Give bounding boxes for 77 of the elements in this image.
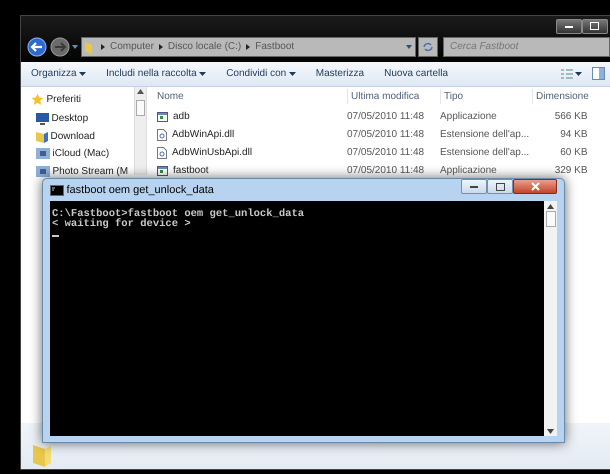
file-name[interactable]: AdbWinUsbApi.dll	[157, 145, 347, 160]
refresh-button[interactable]	[418, 36, 438, 57]
toolbar-button[interactable]: Organizza	[21, 66, 96, 82]
maximize-icon	[496, 182, 504, 190]
dropdown-caret-icon[interactable]	[575, 72, 582, 76]
scroll-up-icon[interactable]	[137, 89, 144, 94]
breadcrumb-arrow-icon[interactable]	[246, 44, 250, 50]
console-line: < waiting for device >	[52, 219, 192, 229]
preview-pane-icon[interactable]	[592, 67, 605, 80]
application-icon	[157, 112, 168, 122]
sidebar-item[interactable]: Download	[31, 128, 134, 144]
breadcrumb-item[interactable]: Fastboot	[255, 39, 294, 54]
scroll-up-icon[interactable]	[547, 204, 554, 208]
back-icon[interactable]	[27, 36, 47, 57]
console-line: C:\Fastboot>fastboot oem get_unlock_data	[52, 209, 306, 219]
file-name[interactable]: fastboot	[157, 163, 347, 178]
search-field[interactable]: Cerca Fastboot	[443, 36, 610, 57]
minimize-icon	[564, 24, 572, 28]
size-cell-text: 94 KB	[559, 128, 588, 142]
date-cell-text: 07/05/2010 11:48	[347, 146, 426, 160]
date-cell-text: 07/05/2010 11:48	[347, 128, 426, 142]
minimize-icon	[470, 185, 478, 188]
console-title: fastboot oem get_unlock_data	[66, 182, 214, 198]
scroll-down-icon[interactable]	[547, 428, 554, 434]
close-button[interactable]	[513, 179, 557, 194]
close-icon	[530, 182, 540, 191]
column-header[interactable]: Dimensione	[532, 89, 590, 104]
column-header[interactable]: Nome	[157, 89, 347, 104]
size-cell-text: 60 KB	[559, 146, 588, 160]
column-header[interactable]: Ultima modifica	[347, 89, 440, 104]
dropdown-caret-icon	[288, 72, 296, 76]
dropdown-caret-icon	[199, 72, 206, 76]
date-cell-text: 07/05/2010 11:48	[347, 164, 426, 178]
date-cell-text: 07/05/2010 11:48	[347, 110, 426, 124]
console-icon	[50, 184, 64, 196]
minimize-button[interactable]	[461, 179, 487, 194]
sidebar-item[interactable]: Preferiti	[31, 92, 134, 107]
type-cell-text: Applicazione	[440, 164, 498, 178]
scroll-thumb[interactable]	[546, 211, 556, 227]
type-cell-text: Applicazione	[440, 110, 498, 124]
toolbar-button[interactable]: Condividi con	[216, 66, 306, 82]
file-name[interactable]: AdbWinApi.dll	[157, 127, 347, 142]
breadcrumb-item[interactable]: Computer	[110, 39, 154, 54]
minimize-button[interactable]	[556, 18, 582, 34]
breadcrumb-item[interactable]: Disco locale (C:)	[168, 39, 242, 54]
settings-file-icon	[157, 128, 167, 141]
toolbar-button[interactable]: Masterizza	[306, 66, 374, 82]
type-cell-text: Estensione dell'ap...	[440, 128, 530, 142]
settings-file-icon	[157, 146, 167, 159]
breadcrumb-arrow-icon[interactable]	[101, 44, 105, 50]
sidebar-item[interactable]: iCloud (Mac)	[31, 146, 134, 162]
file-name[interactable]: adb	[157, 109, 347, 124]
sidebar-item[interactable]: Photo Stream (M	[31, 164, 134, 179]
toolbar-button[interactable]: Nuova cartella	[374, 66, 458, 82]
toolbar-button[interactable]: Includi nella raccolta	[96, 66, 216, 82]
cursor-mark	[52, 235, 59, 237]
application-icon	[157, 166, 168, 176]
maximize-button[interactable]	[487, 179, 513, 194]
breadcrumb-arrow-icon[interactable]	[158, 44, 163, 50]
dropdown-caret-icon[interactable]	[406, 44, 412, 49]
size-cell-text: 329 KB	[554, 164, 588, 178]
size-cell-text: 566 KB	[554, 110, 588, 124]
dropdown-caret-icon	[79, 72, 86, 76]
refresh-icon	[422, 42, 434, 52]
star-icon	[31, 92, 44, 106]
dropdown-caret-icon[interactable]	[72, 44, 78, 49]
maximize-button[interactable]	[582, 18, 608, 34]
forward-icon[interactable]	[50, 36, 70, 57]
type-cell-text: Estensione dell'ap...	[440, 146, 530, 160]
scrollbar[interactable]	[134, 86, 147, 175]
console-scrollbar[interactable]	[544, 201, 557, 436]
scroll-thumb[interactable]	[136, 100, 145, 116]
monitor-icon	[36, 112, 49, 125]
address-bar[interactable]: Computer Disco locale (C:) Fastboot	[80, 36, 416, 57]
column-header[interactable]: Tipo	[440, 89, 532, 104]
sidebar-item[interactable]: Desktop	[31, 111, 134, 126]
maximize-icon	[590, 22, 599, 30]
